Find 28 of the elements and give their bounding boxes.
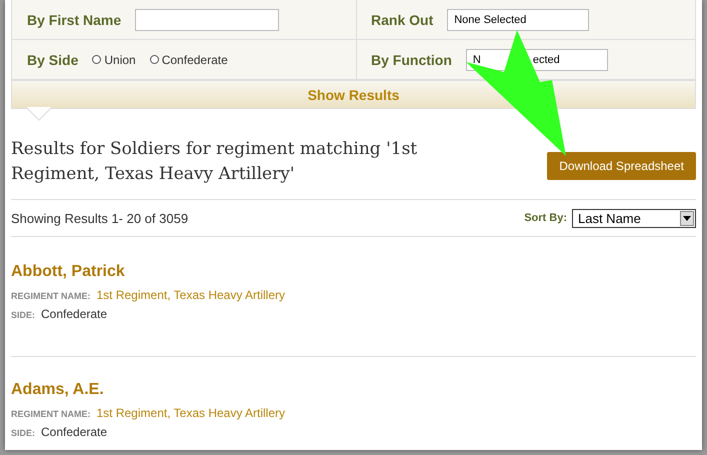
select-field[interactable]: None Selected [447, 8, 590, 30]
field-label: SIDE: [11, 428, 36, 438]
field-value: Confederate [41, 425, 108, 439]
filter-label: By Side [27, 52, 78, 68]
sort-label: Sort By: [524, 212, 567, 224]
field-value: Confederate [41, 307, 108, 321]
radio-label: Confederate [162, 52, 228, 66]
filter-label: By First Name [27, 12, 122, 28]
results-count: Showing Results 1- 20 of 3059 [11, 210, 190, 226]
field-label: REGIMENT NAME: [11, 409, 90, 419]
soldier-name-link[interactable]: Adams, A.E. [11, 381, 696, 399]
regiment-link[interactable]: 1st Regiment, Texas Heavy Artillery [96, 406, 286, 420]
filter-label: By Function [371, 52, 452, 68]
soldier-name-link[interactable]: Abbott, Patrick [11, 263, 696, 281]
regiment-link[interactable]: 1st Regiment, Texas Heavy Artillery [96, 288, 286, 302]
sort-select[interactable]: Last Name [572, 208, 696, 228]
radio-label: Union [104, 52, 136, 66]
field-label: SIDE: [11, 310, 36, 320]
field-label: REGIMENT NAME: [11, 291, 90, 301]
text-field[interactable] [135, 8, 280, 30]
radio-button[interactable] [92, 55, 102, 64]
results-heading: Results for Soldiers for regiment matching '1st Regiment, Texas Heavy Artillery' [11, 138, 418, 186]
caret-icon [683, 216, 691, 220]
download-button[interactable]: Download Spreadsheet [547, 152, 696, 180]
filter-label: Rank Out [371, 12, 434, 28]
show-results-button[interactable]: Show Results [11, 81, 696, 109]
radio-button[interactable] [150, 55, 159, 64]
pointer-notch [26, 107, 52, 121]
